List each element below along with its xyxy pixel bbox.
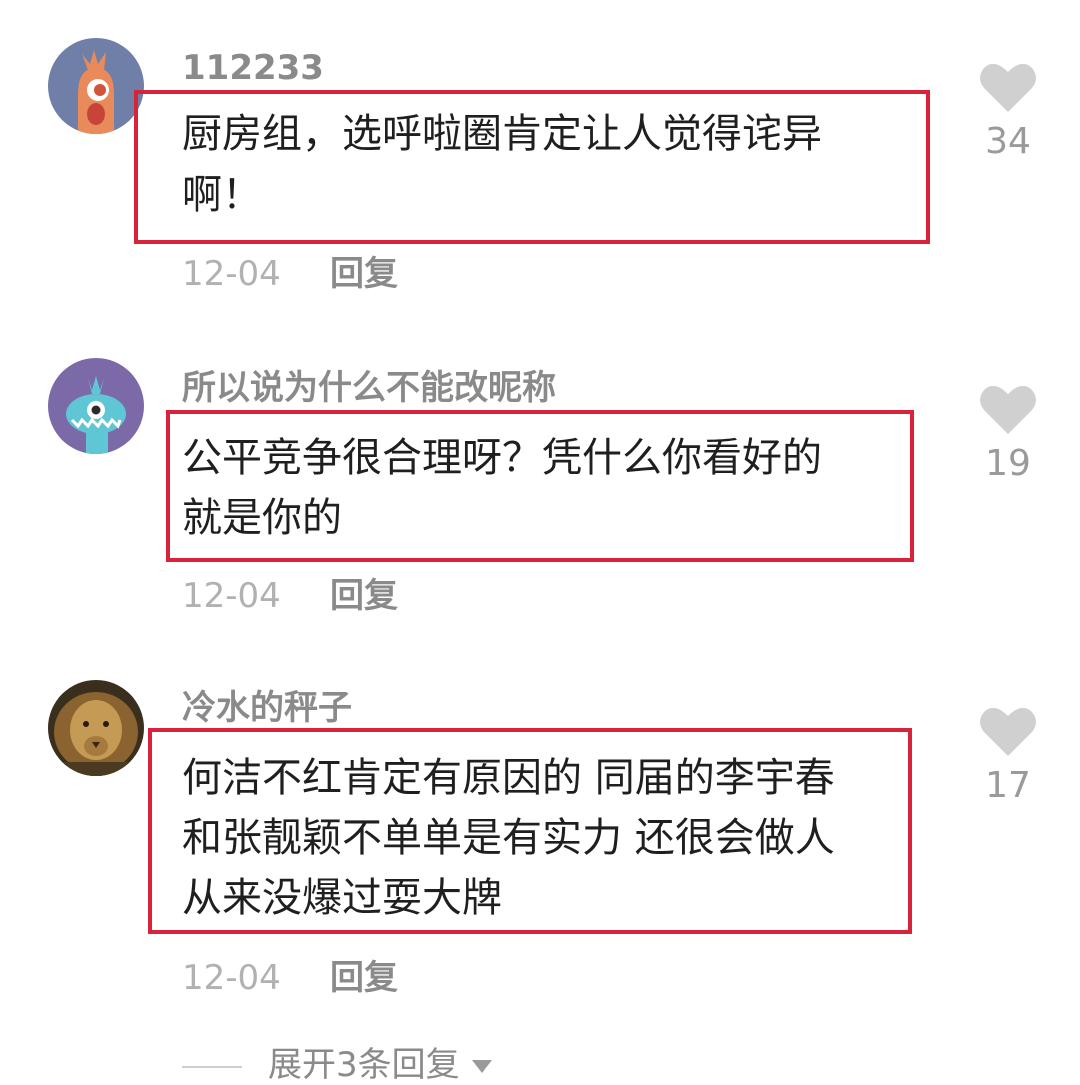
- username[interactable]: 冷水的秤子: [182, 688, 352, 728]
- user-avatar[interactable]: [48, 38, 144, 134]
- heart-icon: [980, 707, 1036, 756]
- comment-meta: 12-04 回复: [182, 254, 398, 294]
- comment-meta: 12-04 回复: [182, 576, 398, 616]
- reply-button[interactable]: 回复: [330, 254, 398, 294]
- user-avatar[interactable]: [48, 358, 144, 454]
- comment-meta: 12-04 回复: [182, 958, 398, 998]
- expand-replies-button[interactable]: 展开3条回复: [182, 1045, 492, 1085]
- comment-date: 12-04: [182, 576, 281, 616]
- username[interactable]: 所以说为什么不能改昵称: [182, 368, 556, 408]
- like-count: 34: [985, 121, 1031, 162]
- comment-date: 12-04: [182, 958, 281, 998]
- blue-monster-avatar-icon: [48, 358, 144, 454]
- like-button[interactable]: 34: [976, 60, 1040, 162]
- comment-text-line: 和张靓颖不单单是有实力 还很会做人: [182, 815, 835, 861]
- caret-down-icon: [471, 1060, 492, 1073]
- comment-text-line: 何洁不红肯定有原因的 同届的李宇春: [182, 755, 835, 801]
- username[interactable]: 112233: [182, 48, 324, 88]
- orange-monster-avatar-icon: [48, 38, 144, 134]
- heart-icon: [980, 385, 1036, 434]
- comment-text-line: 啊！: [182, 172, 262, 218]
- comment-text-line: 厨房组，选呼啦圈肯定让人觉得诧异: [182, 111, 822, 157]
- reply-button[interactable]: 回复: [330, 576, 398, 616]
- user-avatar[interactable]: [48, 680, 144, 776]
- comment-text-line: 公平竞争很合理呀？凭什么你看好的: [182, 435, 822, 481]
- heart-icon: [980, 63, 1036, 112]
- comment-date: 12-04: [182, 254, 281, 294]
- like-count: 17: [985, 765, 1031, 806]
- comment-text-line: 就是你的: [182, 495, 342, 541]
- lion-photo-avatar-icon: [48, 680, 144, 776]
- like-button[interactable]: 19: [976, 382, 1040, 484]
- expand-divider: [182, 1065, 242, 1068]
- comment-text-line: 从来没爆过耍大牌: [182, 875, 502, 921]
- reply-button[interactable]: 回复: [330, 958, 398, 998]
- like-count: 19: [985, 443, 1031, 484]
- expand-replies-label: 展开3条回复: [268, 1045, 460, 1085]
- like-button[interactable]: 17: [976, 704, 1040, 806]
